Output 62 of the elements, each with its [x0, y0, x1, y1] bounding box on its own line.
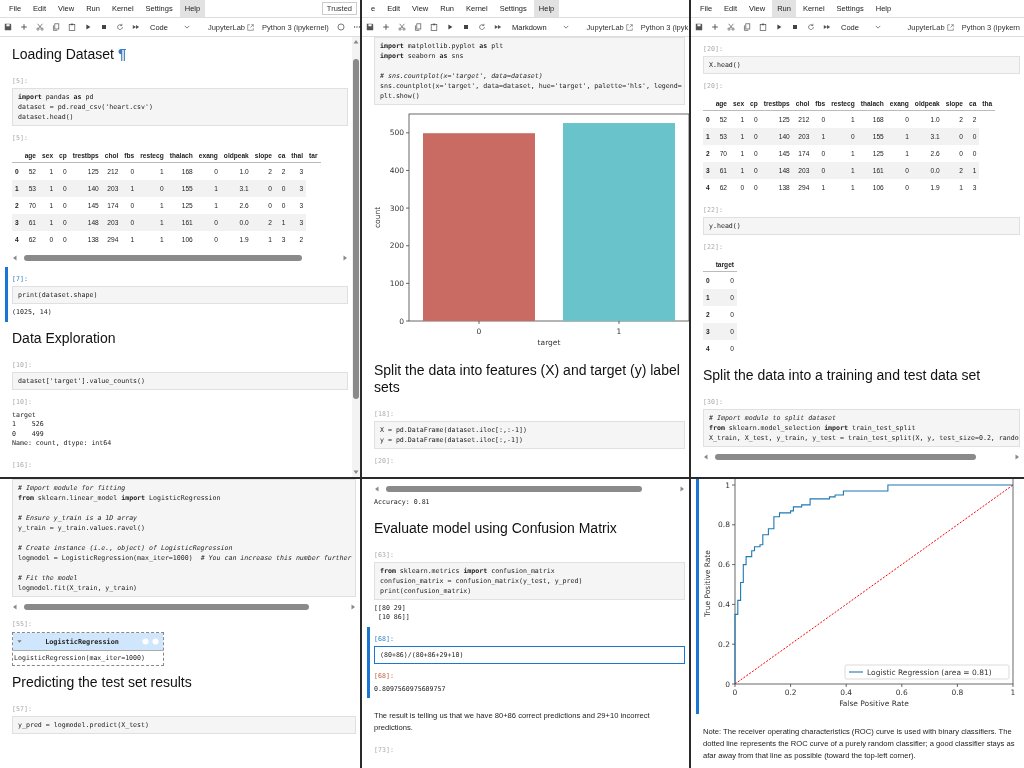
- section-heading: Split the data into a training and test data set: [703, 367, 981, 384]
- fast-forward-icon[interactable]: [823, 23, 831, 31]
- copy-icon[interactable]: [743, 23, 751, 31]
- section-heading: Loading Dataset: [12, 46, 114, 63]
- scroll-left-icon[interactable]: [374, 485, 380, 492]
- stop-icon[interactable]: [100, 23, 108, 31]
- caret-icon: [183, 25, 190, 29]
- play-icon[interactable]: [446, 23, 454, 31]
- scrollbar-thumb[interactable]: [353, 59, 359, 399]
- clipboard-icon[interactable]: [68, 23, 76, 31]
- cell-collapser[interactable]: [696, 479, 699, 714]
- save-icon[interactable]: [4, 23, 12, 31]
- more-icon[interactable]: [352, 23, 360, 31]
- save-icon[interactable]: [366, 23, 374, 31]
- clipboard-icon[interactable]: [430, 23, 438, 31]
- stop-icon[interactable]: [462, 23, 470, 31]
- scrollbar-thumb[interactable]: [24, 254, 303, 261]
- scroll-up-icon[interactable]: [353, 39, 359, 45]
- restart-icon[interactable]: [807, 23, 815, 31]
- external-link-icon: [625, 23, 633, 31]
- scissors-icon[interactable]: [727, 23, 735, 31]
- caret-icon: [562, 25, 569, 29]
- scissors-icon[interactable]: [36, 23, 44, 31]
- scroll-left-icon[interactable]: [12, 603, 18, 610]
- external-link-icon: [247, 23, 255, 31]
- scroll-right-icon[interactable]: [1014, 453, 1020, 460]
- copy-icon[interactable]: [52, 23, 60, 31]
- fast-forward-icon[interactable]: [132, 23, 140, 31]
- copy-icon[interactable]: [414, 23, 422, 31]
- vertical-scrollbar[interactable]: [352, 37, 360, 477]
- section-heading: Data Exploration: [12, 329, 116, 347]
- play-icon[interactable]: [775, 23, 783, 31]
- scroll-down-icon[interactable]: [353, 469, 359, 475]
- external-link-icon: [946, 23, 954, 31]
- cell-collapser[interactable]: [367, 626, 370, 698]
- play-icon[interactable]: [84, 23, 92, 31]
- plus-icon[interactable]: [382, 23, 390, 31]
- caret-icon: [17, 639, 22, 644]
- scrollbar-thumb[interactable]: [24, 603, 310, 610]
- section-heading: Split the data into features (X) and target (y) label sets: [374, 362, 681, 396]
- restart-icon[interactable]: [478, 23, 486, 31]
- section-heading: Predicting the test set results: [12, 674, 192, 691]
- stop-icon[interactable]: [791, 23, 799, 31]
- restart-icon[interactable]: [116, 23, 124, 31]
- scroll-right-icon[interactable]: [350, 603, 356, 610]
- caret-icon: [874, 25, 881, 29]
- scrollbar-thumb[interactable]: [386, 485, 643, 492]
- scroll-left-icon[interactable]: [703, 453, 709, 460]
- fast-forward-icon[interactable]: [494, 23, 502, 31]
- cell-collapser[interactable]: [5, 267, 8, 322]
- plus-icon[interactable]: [20, 23, 28, 31]
- plus-icon[interactable]: [711, 23, 719, 31]
- clipboard-icon[interactable]: [759, 23, 767, 31]
- section-heading: Evaluate model using Confusion Matrix: [374, 519, 617, 537]
- code-editor[interactable]: [12, 479, 356, 597]
- save-icon[interactable]: [695, 23, 703, 31]
- anchor-link[interactable]: ¶: [117, 45, 127, 62]
- scroll-left-icon[interactable]: [12, 254, 18, 261]
- scissors-icon[interactable]: [398, 23, 406, 31]
- scroll-right-icon[interactable]: [679, 485, 685, 492]
- scrollbar-thumb[interactable]: [715, 453, 977, 460]
- scroll-right-icon[interactable]: [342, 254, 348, 261]
